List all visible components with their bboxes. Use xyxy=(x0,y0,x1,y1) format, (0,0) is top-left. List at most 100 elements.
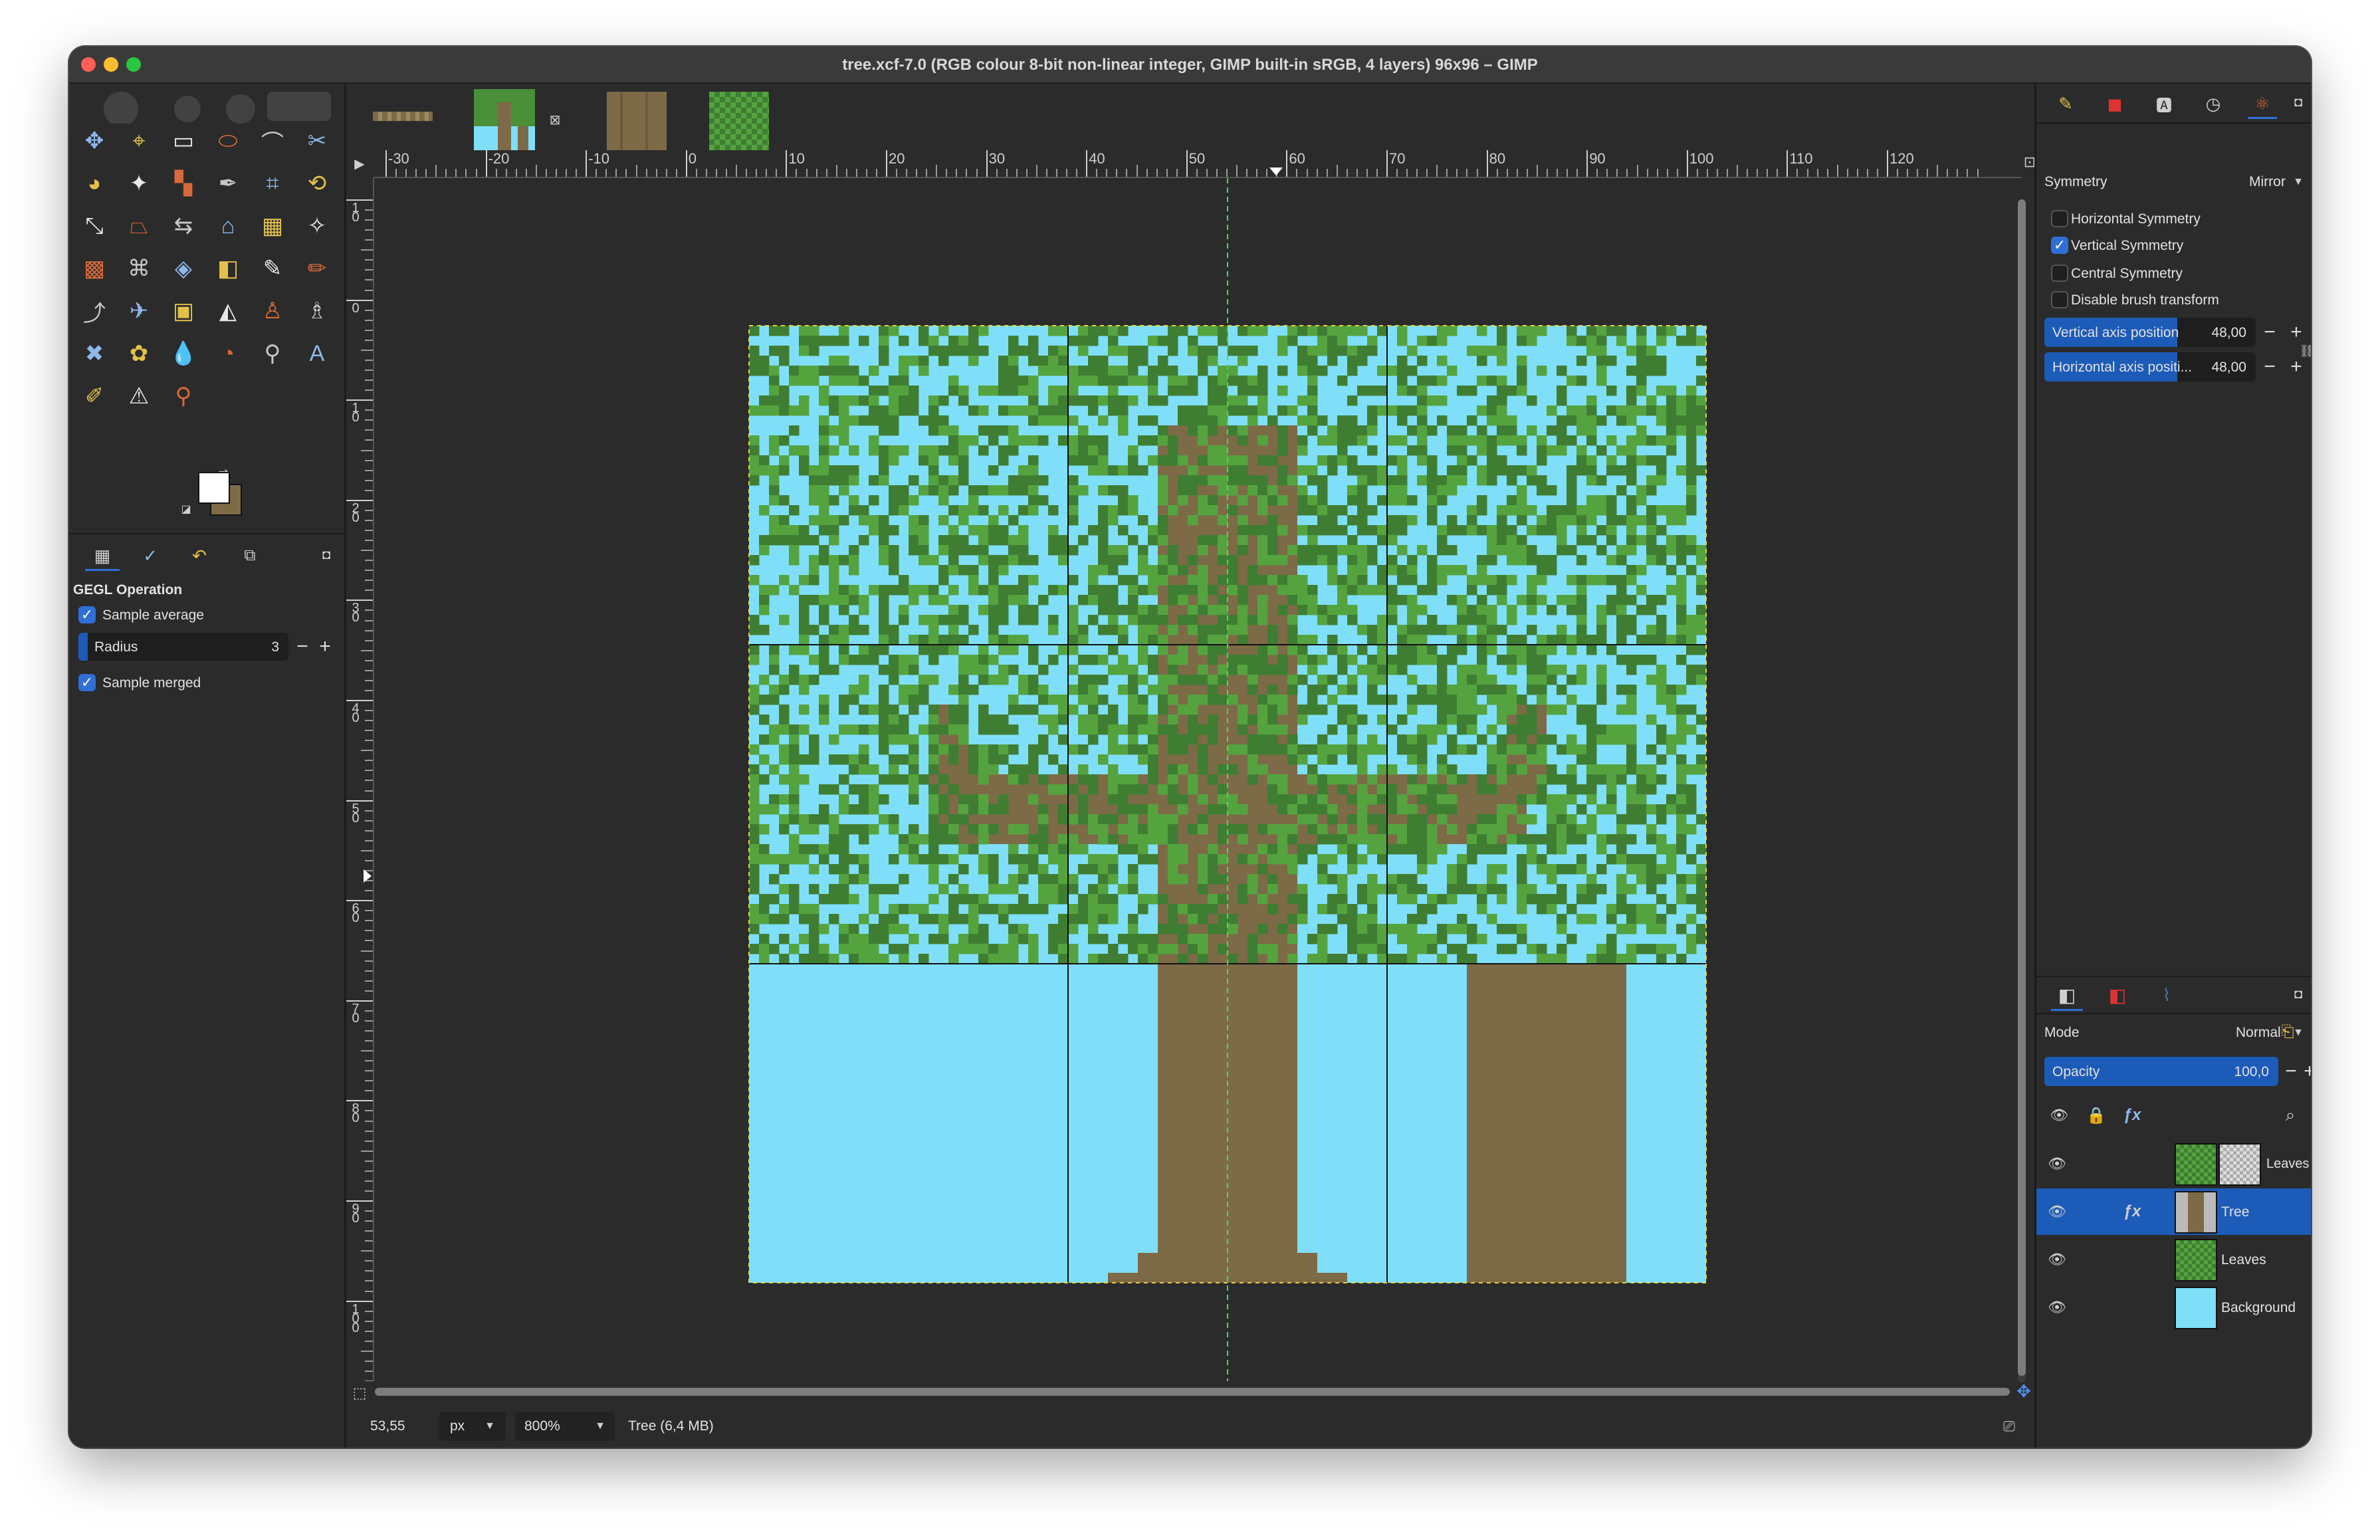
vertical-ruler[interactable]: 1 0 0 1 0 2 0 3 0 4 0 5 0 6 0 7 0 8 0 9 0 1 0 0 xyxy=(346,178,374,1381)
opacity-increase-button[interactable]: + xyxy=(2298,1058,2311,1085)
brushes-tab-icon[interactable]: ✎ xyxy=(2051,90,2080,117)
cage-tool-icon[interactable]: ▦ xyxy=(255,209,290,243)
ellipse-select-tool-icon[interactable]: ⬭ xyxy=(211,124,245,158)
unified-transform-tool-icon[interactable]: ⟲ xyxy=(300,166,334,201)
checker-fill-tool-icon[interactable]: ▩ xyxy=(77,251,112,286)
canvas-area[interactable] xyxy=(374,178,2016,1381)
toggle-quickmask-icon[interactable]: ⬚ xyxy=(346,1380,373,1406)
opacity-spinner[interactable]: Opacity 100,0 xyxy=(2044,1057,2278,1086)
undo-history-tab-icon[interactable]: ↶ xyxy=(182,542,217,569)
pencil-tool-icon[interactable]: ✏ xyxy=(300,251,334,286)
effects-column-icon[interactable]: ƒx xyxy=(2117,1101,2147,1130)
horizontal-axis-spinner[interactable]: Horizontal axis positi... 48,00 xyxy=(2044,352,2256,382)
close-tab-icon[interactable]: ⊠ xyxy=(547,112,563,128)
measure-tool-icon[interactable]: ⚲ xyxy=(255,336,290,371)
image-tab-leaves[interactable] xyxy=(709,92,769,152)
seamless-clone-tool-icon[interactable]: ⌘ xyxy=(122,251,156,286)
sample-average-checkbox[interactable]: ✓ xyxy=(78,606,96,623)
image-tab-tree[interactable] xyxy=(474,89,535,150)
image-tab-bark[interactable] xyxy=(607,92,667,152)
ink-tool-icon[interactable]: ⤴ xyxy=(77,294,112,328)
move-tool-icon[interactable]: ✥ xyxy=(77,124,112,158)
horizontal-axis-decrease-button[interactable]: − xyxy=(2258,354,2281,380)
airbrush-tool-icon[interactable]: ✈ xyxy=(122,294,156,328)
layer-row[interactable]: 👁 ƒx Tree xyxy=(2036,1188,2311,1235)
zoom-tool-icon[interactable]: ⚲ xyxy=(166,379,201,413)
effects-icon[interactable]: ƒx xyxy=(2119,1200,2145,1223)
eye-icon[interactable]: 👁 xyxy=(2046,1200,2068,1223)
symmetry-tab-icon[interactable]: ⚛ xyxy=(2248,90,2277,119)
vertical-scrollbar[interactable] xyxy=(2018,199,2026,1382)
mypaint-brush-tool-icon[interactable]: ▣ xyxy=(166,294,201,328)
bucket-fill-tool-icon[interactable]: ◈ xyxy=(166,251,201,286)
quick-mask-corner[interactable]: ▶ xyxy=(346,150,373,177)
default-colors-icon[interactable]: ◪ xyxy=(179,502,193,516)
images-tab-icon[interactable]: ⧉ xyxy=(233,542,267,569)
free-select-tool-icon[interactable]: ⌒ xyxy=(255,124,290,158)
handle-transform-tool-icon[interactable]: ✧ xyxy=(300,209,334,243)
image-canvas[interactable] xyxy=(374,178,2016,1381)
radius-increase-button[interactable]: + xyxy=(314,633,336,660)
fonts-tab-icon[interactable]: 🅰 xyxy=(2149,90,2179,117)
horizontal-symmetry-checkbox[interactable] xyxy=(2051,210,2068,227)
tool-options-tab-icon[interactable]: ▦ xyxy=(85,542,120,571)
disable-brush-transform-checkbox[interactable] xyxy=(2051,291,2068,308)
blur-tool-icon[interactable]: 💧 xyxy=(166,336,201,371)
paths-tool-icon[interactable]: ✒ xyxy=(211,166,245,201)
color-picker-tool-icon[interactable]: ✐ xyxy=(77,379,112,413)
lock-column-icon[interactable]: 🔒 xyxy=(2082,1101,2111,1130)
configure-tab-icon[interactable]: ◘ xyxy=(2290,94,2306,110)
configure-tab-icon[interactable]: ◘ xyxy=(318,546,335,564)
navigate-icon[interactable]: ✥ xyxy=(2014,1381,2034,1401)
radius-decrease-button[interactable]: − xyxy=(291,633,314,660)
central-symmetry-checkbox[interactable] xyxy=(2051,265,2068,282)
eraser-tool-icon[interactable]: ◭ xyxy=(211,294,245,328)
symmetry-mode-select[interactable]: Mirror ▼ xyxy=(2240,167,2306,194)
color-select-tool-icon[interactable]: ▚ xyxy=(166,166,201,201)
eye-column-icon[interactable]: 👁 xyxy=(2044,1101,2074,1130)
chain-link-icon[interactable]: ⛓ xyxy=(2300,323,2311,379)
eye-icon[interactable]: 👁 xyxy=(2046,1248,2068,1271)
radius-spinner[interactable]: Radius 3 xyxy=(78,633,288,661)
layer-row[interactable]: 👁 Background xyxy=(2036,1284,2311,1331)
vertical-symmetry-checkbox[interactable]: ✓ xyxy=(2051,237,2068,254)
dodge-burn-tool-icon[interactable]: ◔ xyxy=(211,336,245,371)
eye-icon[interactable]: 👁 xyxy=(2046,1296,2068,1319)
layer-row[interactable]: 👁 Leaves xyxy=(2036,1236,2311,1283)
foreground-select-tool-icon[interactable]: ◕ xyxy=(77,166,112,201)
paintbrush-tool-icon[interactable]: ✎ xyxy=(255,251,290,286)
devices-tab-icon[interactable]: ✓ xyxy=(133,542,167,569)
zoom-select[interactable]: 800% ▼ xyxy=(515,1412,615,1441)
eye-icon[interactable]: 👁 xyxy=(2046,1153,2068,1175)
rect-select-tool-icon[interactable]: ▭ xyxy=(166,124,201,158)
warp-tool-icon[interactable]: ⌂ xyxy=(211,209,245,243)
sample-merged-checkbox[interactable]: ✓ xyxy=(78,674,96,691)
layers-tab-icon[interactable]: ◧ xyxy=(2051,981,2083,1011)
composite-mode-icon[interactable]: ⎗ xyxy=(2276,1021,2300,1044)
compass-tool-icon[interactable]: ⚠ xyxy=(122,379,156,413)
patterns-tab-icon[interactable]: ◼ xyxy=(2100,90,2129,117)
dashboard-tab-icon[interactable]: ◷ xyxy=(2199,90,2228,117)
channels-tab-icon[interactable]: ◧ xyxy=(2102,981,2133,1009)
horizontal-scrollbar[interactable] xyxy=(375,1388,2010,1396)
foreground-color-swatch[interactable] xyxy=(198,472,230,504)
gradient-tool-icon[interactable]: ◧ xyxy=(211,251,245,286)
scissors-tool-icon[interactable]: ✂ xyxy=(300,124,334,158)
perspective-tool-icon[interactable]: ⏢ xyxy=(122,209,156,243)
smudge-tool-icon[interactable]: ✿ xyxy=(122,336,156,371)
image-tab-strip[interactable] xyxy=(373,112,433,121)
fuzzy-select-tool-icon[interactable]: ✦ xyxy=(122,166,156,201)
cancel-icon[interactable]: ⎚ xyxy=(2000,1417,2018,1436)
unit-select[interactable]: px ▼ xyxy=(439,1412,506,1441)
vertical-axis-spinner[interactable]: Vertical axis position 48,00 xyxy=(2044,318,2256,347)
paths-tab-icon[interactable]: ⌇ xyxy=(2151,981,2183,1009)
search-icon[interactable]: ⌕ xyxy=(2276,1101,2305,1130)
vertical-axis-decrease-button[interactable]: − xyxy=(2258,319,2281,346)
horizontal-ruler[interactable]: -30 -20 -10 0 10 20 30 40 50 60 70 80 90 100 110 120 xyxy=(374,150,2022,178)
heal-tool-icon[interactable]: ♗ xyxy=(300,294,334,328)
text-tool-icon[interactable]: A xyxy=(300,336,334,371)
align-tool-icon[interactable]: ⌖ xyxy=(122,124,156,158)
clone-tool-icon[interactable]: ♙ xyxy=(255,294,290,328)
flip-tool-icon[interactable]: ⇆ xyxy=(166,209,201,243)
layer-row[interactable]: 👁 Leaves copy xyxy=(2036,1141,2311,1187)
